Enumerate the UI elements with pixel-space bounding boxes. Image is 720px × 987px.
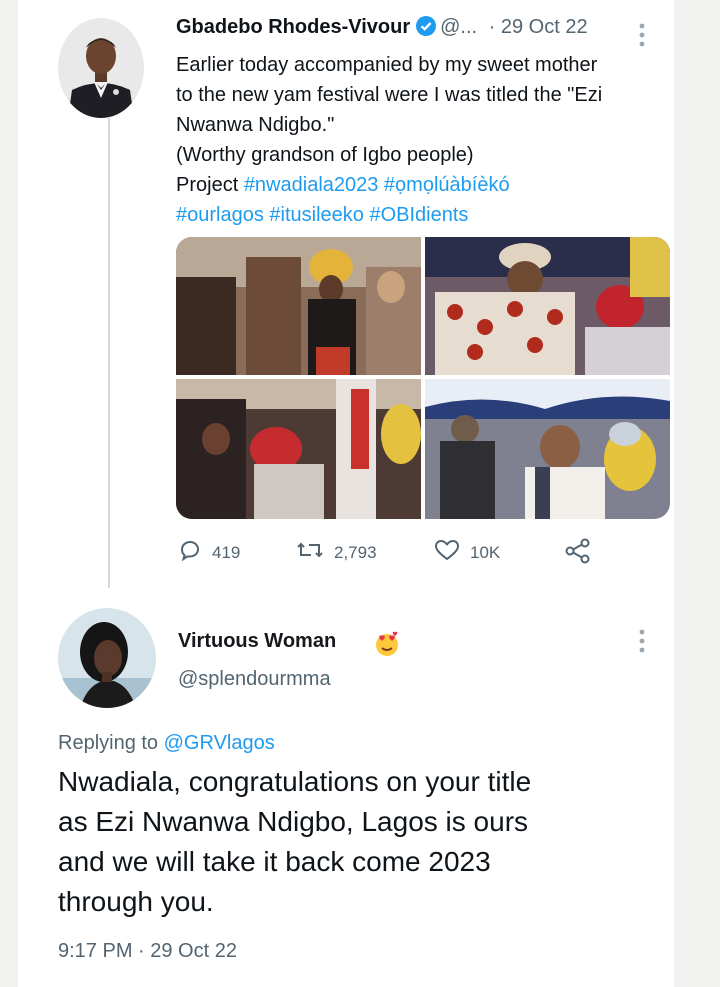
tweet-body: Earlier today accompanied by my sweet mo…: [176, 50, 666, 230]
like-count: 10K: [470, 542, 501, 562]
project-label: Project: [176, 174, 239, 196]
media-grid: [176, 237, 670, 519]
share-icon: [564, 538, 592, 569]
hashtags-line-2[interactable]: #ourlagos #itusileeko #OBIdients: [176, 204, 468, 226]
thread-connector: [108, 118, 110, 588]
tweet-header: Gbadebo Rhodes-Vivour @... · 29 Oct 22: [176, 16, 676, 48]
photo-4[interactable]: [425, 379, 670, 519]
tweet-line: (Worthy grandson of Igbo people): [176, 144, 474, 166]
heart-eyes-emoji: [373, 630, 401, 663]
hashtags-line-1[interactable]: #nwadiala2023 #ọmọlúàbíèkó: [244, 174, 510, 196]
share-action[interactable]: [564, 538, 592, 569]
verified-icon: [416, 16, 437, 42]
reply-icon: [178, 538, 202, 567]
tweet-line: Project #nwadiala2023 #ọmọlúàbíèkó: [176, 170, 666, 200]
author-handle[interactable]: @...: [440, 16, 477, 38]
tweet-card: Gbadebo Rhodes-Vivour @... · 29 Oct 22 Ea…: [18, 0, 674, 987]
reply-action[interactable]: 419: [178, 538, 240, 567]
author-avatar[interactable]: [58, 18, 144, 118]
reply-author-name[interactable]: Virtuous Woman: [178, 630, 336, 653]
tweet-line: #ourlagos #itusileeko #OBIdients: [176, 200, 666, 230]
retweet-action[interactable]: 2,793: [296, 538, 377, 567]
retweet-icon: [296, 538, 324, 567]
like-action[interactable]: 10K: [434, 538, 500, 567]
reply-count: 419: [212, 542, 241, 562]
reply-line: as Ezi Nwanwa Ndigbo, Lagos is ours: [58, 806, 529, 837]
retweet-count: 2,793: [334, 542, 377, 562]
reply-body: Nwadiala, congratulations on your title …: [58, 762, 658, 922]
reply-more-icon[interactable]: [638, 628, 646, 654]
replying-label: Replying to: [58, 732, 159, 754]
tweet-line: to the new yam festival were I was title…: [176, 84, 603, 106]
photo-1[interactable]: [176, 237, 421, 375]
like-icon: [434, 538, 460, 567]
tweet-line: Earlier today accompanied by my sweet mo…: [176, 54, 598, 76]
photo-2[interactable]: [425, 237, 670, 375]
more-icon[interactable]: [638, 22, 646, 48]
author-name[interactable]: Gbadebo Rhodes-Vivour: [176, 16, 410, 38]
reply-line: through you.: [58, 886, 214, 917]
reply-author-avatar[interactable]: [58, 608, 156, 708]
reply-timestamp[interactable]: 9:17 PM · 29 Oct 22: [58, 940, 237, 963]
tweet-date[interactable]: · 29 Oct 22: [489, 16, 588, 38]
reply-author-handle[interactable]: @splendourmma: [178, 668, 331, 691]
replying-to: Replying to @GRVlagos: [58, 732, 275, 755]
photo-3[interactable]: [176, 379, 421, 519]
tweet-actions: 419 2,793 10K: [178, 538, 658, 568]
tweet-line: Nwanwa Ndigbo.": [176, 114, 335, 136]
reply-line: Nwadiala, congratulations on your title: [58, 766, 532, 797]
reply-line: and we will take it back come 2023: [58, 846, 491, 877]
replying-handle-link[interactable]: @GRVlagos: [164, 732, 275, 754]
